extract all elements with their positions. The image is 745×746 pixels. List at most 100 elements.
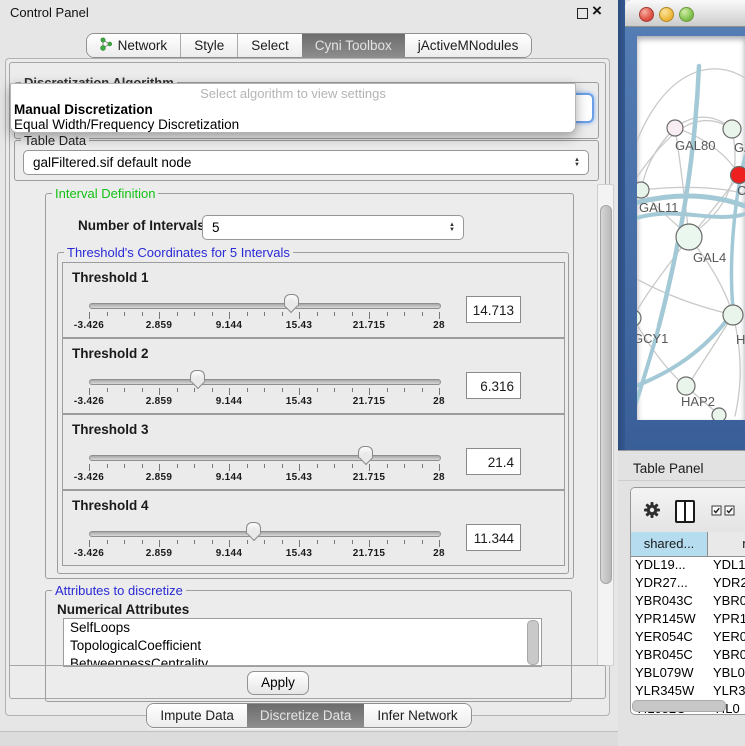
attributes-group-title: Attributes to discretize [52, 583, 186, 598]
gear-icon[interactable] [643, 501, 661, 522]
threshold-3-slider-track[interactable] [89, 455, 441, 461]
control-panel-title: Control Panel [10, 5, 89, 20]
list-item[interactable]: SelfLoops [64, 619, 541, 637]
network-node [731, 167, 745, 184]
network-node [712, 408, 726, 420]
cytoscape-desktop: { "control_panel": { "title": "Control P… [0, 0, 745, 745]
tab-label: Impute Data [160, 708, 234, 723]
num-intervals-combobox[interactable]: 5 ▲▼ [202, 215, 464, 240]
status-strip [0, 731, 618, 746]
network-node-label: HAP2 [681, 394, 715, 409]
cell-name[interactable]: YDR2 [707, 574, 745, 592]
network-node [667, 120, 683, 136]
threshold-2-slider-thumb[interactable] [190, 370, 205, 382]
table-row[interactable]: YDL19... YDL1 [631, 556, 745, 574]
column-header-shared-name[interactable]: shared... [631, 532, 708, 556]
control-panel-titlebar: Control Panel × [0, 0, 618, 24]
threshold-2-slider-track[interactable] [89, 379, 441, 385]
control-panel-tabs: Network Style Select Cyni Toolbox jActiv… [0, 33, 618, 56]
cell-name[interactable]: YLR3 [707, 682, 745, 700]
threshold-4-slider-track[interactable] [89, 531, 441, 537]
threshold-3-value-field[interactable]: 21.4 [466, 448, 521, 475]
dropdown-item-equal-width[interactable]: Equal Width/Frequency Discretization [11, 117, 575, 132]
columns-icon[interactable] [675, 500, 695, 523]
table-row[interactable]: YBR043C YBR0 [631, 592, 745, 610]
table-header-row: shared... na [631, 532, 745, 557]
cell-shared-name[interactable]: YBR043C [631, 592, 707, 610]
slider-tick-labels: -3.4262.8599.14415.4321.71528 [89, 548, 439, 560]
threshold-1-slider-track[interactable] [89, 303, 441, 309]
threshold-4-value-field[interactable]: 11.344 [466, 524, 521, 551]
float-window-icon[interactable] [577, 8, 588, 19]
tab-label: Style [194, 38, 224, 53]
threshold-4-label: Threshold 4 [72, 498, 149, 513]
dropdown-item-manual-discretization[interactable]: Manual Discretization [11, 102, 575, 117]
threshold-1-value-field[interactable]: 14.713 [466, 296, 521, 323]
apply-button[interactable]: Apply [247, 671, 309, 695]
num-intervals-label: Number of Intervals [78, 218, 205, 233]
cell-name[interactable]: YPR1 [707, 610, 745, 628]
attributes-list-scrollbar[interactable] [527, 620, 539, 665]
settings-scrollbar-thumb[interactable] [600, 205, 612, 584]
table-body: YDL19... YDL1 YDR27... YDR2 YBR043C YBR0… [631, 556, 745, 715]
threshold-3-slider-thumb[interactable] [358, 446, 373, 458]
network-node [637, 310, 641, 326]
select-columns-icon[interactable] [711, 505, 735, 516]
cell-shared-name[interactable]: YBL079W [631, 664, 707, 682]
cell-name[interactable]: YBR0 [707, 646, 745, 664]
network-icon [100, 37, 113, 54]
numerical-attributes-list[interactable]: SelfLoopsTopologicalCoefficientBetweenne… [63, 618, 542, 667]
table-row[interactable]: YDR27... YDR2 [631, 574, 745, 592]
threshold-4-panel: Threshold 4 -3.4262.8599.14415.4321.7152… [62, 490, 565, 566]
network-canvas[interactable]: GAL80GACGAL11GAL4GCY1HHAP2 [637, 36, 745, 420]
cell-shared-name[interactable]: YDL19... [631, 556, 707, 574]
cell-name[interactable]: YBR0 [707, 592, 745, 610]
threshold-2-value-field[interactable]: 6.316 [466, 372, 521, 399]
cell-shared-name[interactable]: YLR345W [631, 682, 707, 700]
threshold-2-panel: Threshold 2 -3.4262.8599.14415.4321.7152… [62, 338, 565, 414]
tab-label: Discretize Data [260, 708, 352, 723]
tab-network[interactable]: Network [87, 34, 181, 57]
table-horizontal-scrollbar[interactable] [632, 700, 726, 712]
network-node-label: GCY1 [637, 331, 668, 346]
network-node-label: GAL80 [675, 138, 715, 153]
minimize-traffic-light-icon[interactable] [659, 7, 674, 22]
table-row[interactable]: YLR345W YLR3 [631, 682, 745, 700]
tab-impute-data[interactable]: Impute Data [147, 704, 247, 727]
table-row[interactable]: YPR145W YPR1 [631, 610, 745, 628]
dropdown-placeholder-item[interactable]: Select algorithm to view settings [11, 86, 575, 102]
network-view-window[interactable]: GAL80GACGAL11GAL4GCY1HHAP2 [625, 0, 745, 450]
cell-shared-name[interactable]: YPR145W [631, 610, 707, 628]
cell-name[interactable]: YER0 [707, 628, 745, 646]
table-row[interactable]: YER054C YER0 [631, 628, 745, 646]
network-window-titlebar[interactable] [625, 0, 745, 27]
network-node [677, 377, 695, 395]
network-node [676, 224, 702, 250]
threshold-4-slider-thumb[interactable] [246, 522, 261, 534]
cell-shared-name[interactable]: YBR045C [631, 646, 707, 664]
close-traffic-light-icon[interactable] [639, 7, 654, 22]
tab-style[interactable]: Style [180, 34, 237, 57]
column-header-name[interactable]: na [708, 532, 745, 556]
network-graph: GAL80GACGAL11GAL4GCY1HHAP2 [637, 36, 745, 420]
network-node [637, 182, 649, 198]
cell-name[interactable]: YBL0 [707, 664, 745, 682]
tab-jactivemnodules[interactable]: jActiveMNodules [405, 34, 532, 57]
tab-select[interactable]: Select [237, 34, 302, 57]
network-node-label: GA [734, 140, 745, 155]
cell-name[interactable]: YDL1 [707, 556, 745, 574]
cell-shared-name[interactable]: YER054C [631, 628, 707, 646]
cell-shared-name[interactable]: YDR27... [631, 574, 707, 592]
tab-discretize-data[interactable]: Discretize Data [247, 704, 365, 727]
table-data-combobox[interactable]: galFiltered.sif default node ▲▼ [23, 150, 589, 175]
zoom-traffic-light-icon[interactable] [679, 7, 694, 22]
panel-divider [9, 665, 605, 666]
tab-cyni-toolbox[interactable]: Cyni Toolbox [302, 34, 405, 57]
close-icon[interactable]: × [592, 1, 602, 21]
table-row[interactable]: YBR045C YBR0 [631, 646, 745, 664]
table-row[interactable]: YBL079W YBL0 [631, 664, 745, 682]
tab-label: Network [118, 38, 168, 53]
tab-infer-network[interactable]: Infer Network [364, 704, 470, 727]
threshold-1-slider-thumb[interactable] [284, 294, 299, 306]
list-item[interactable]: TopologicalCoefficient [64, 637, 541, 655]
